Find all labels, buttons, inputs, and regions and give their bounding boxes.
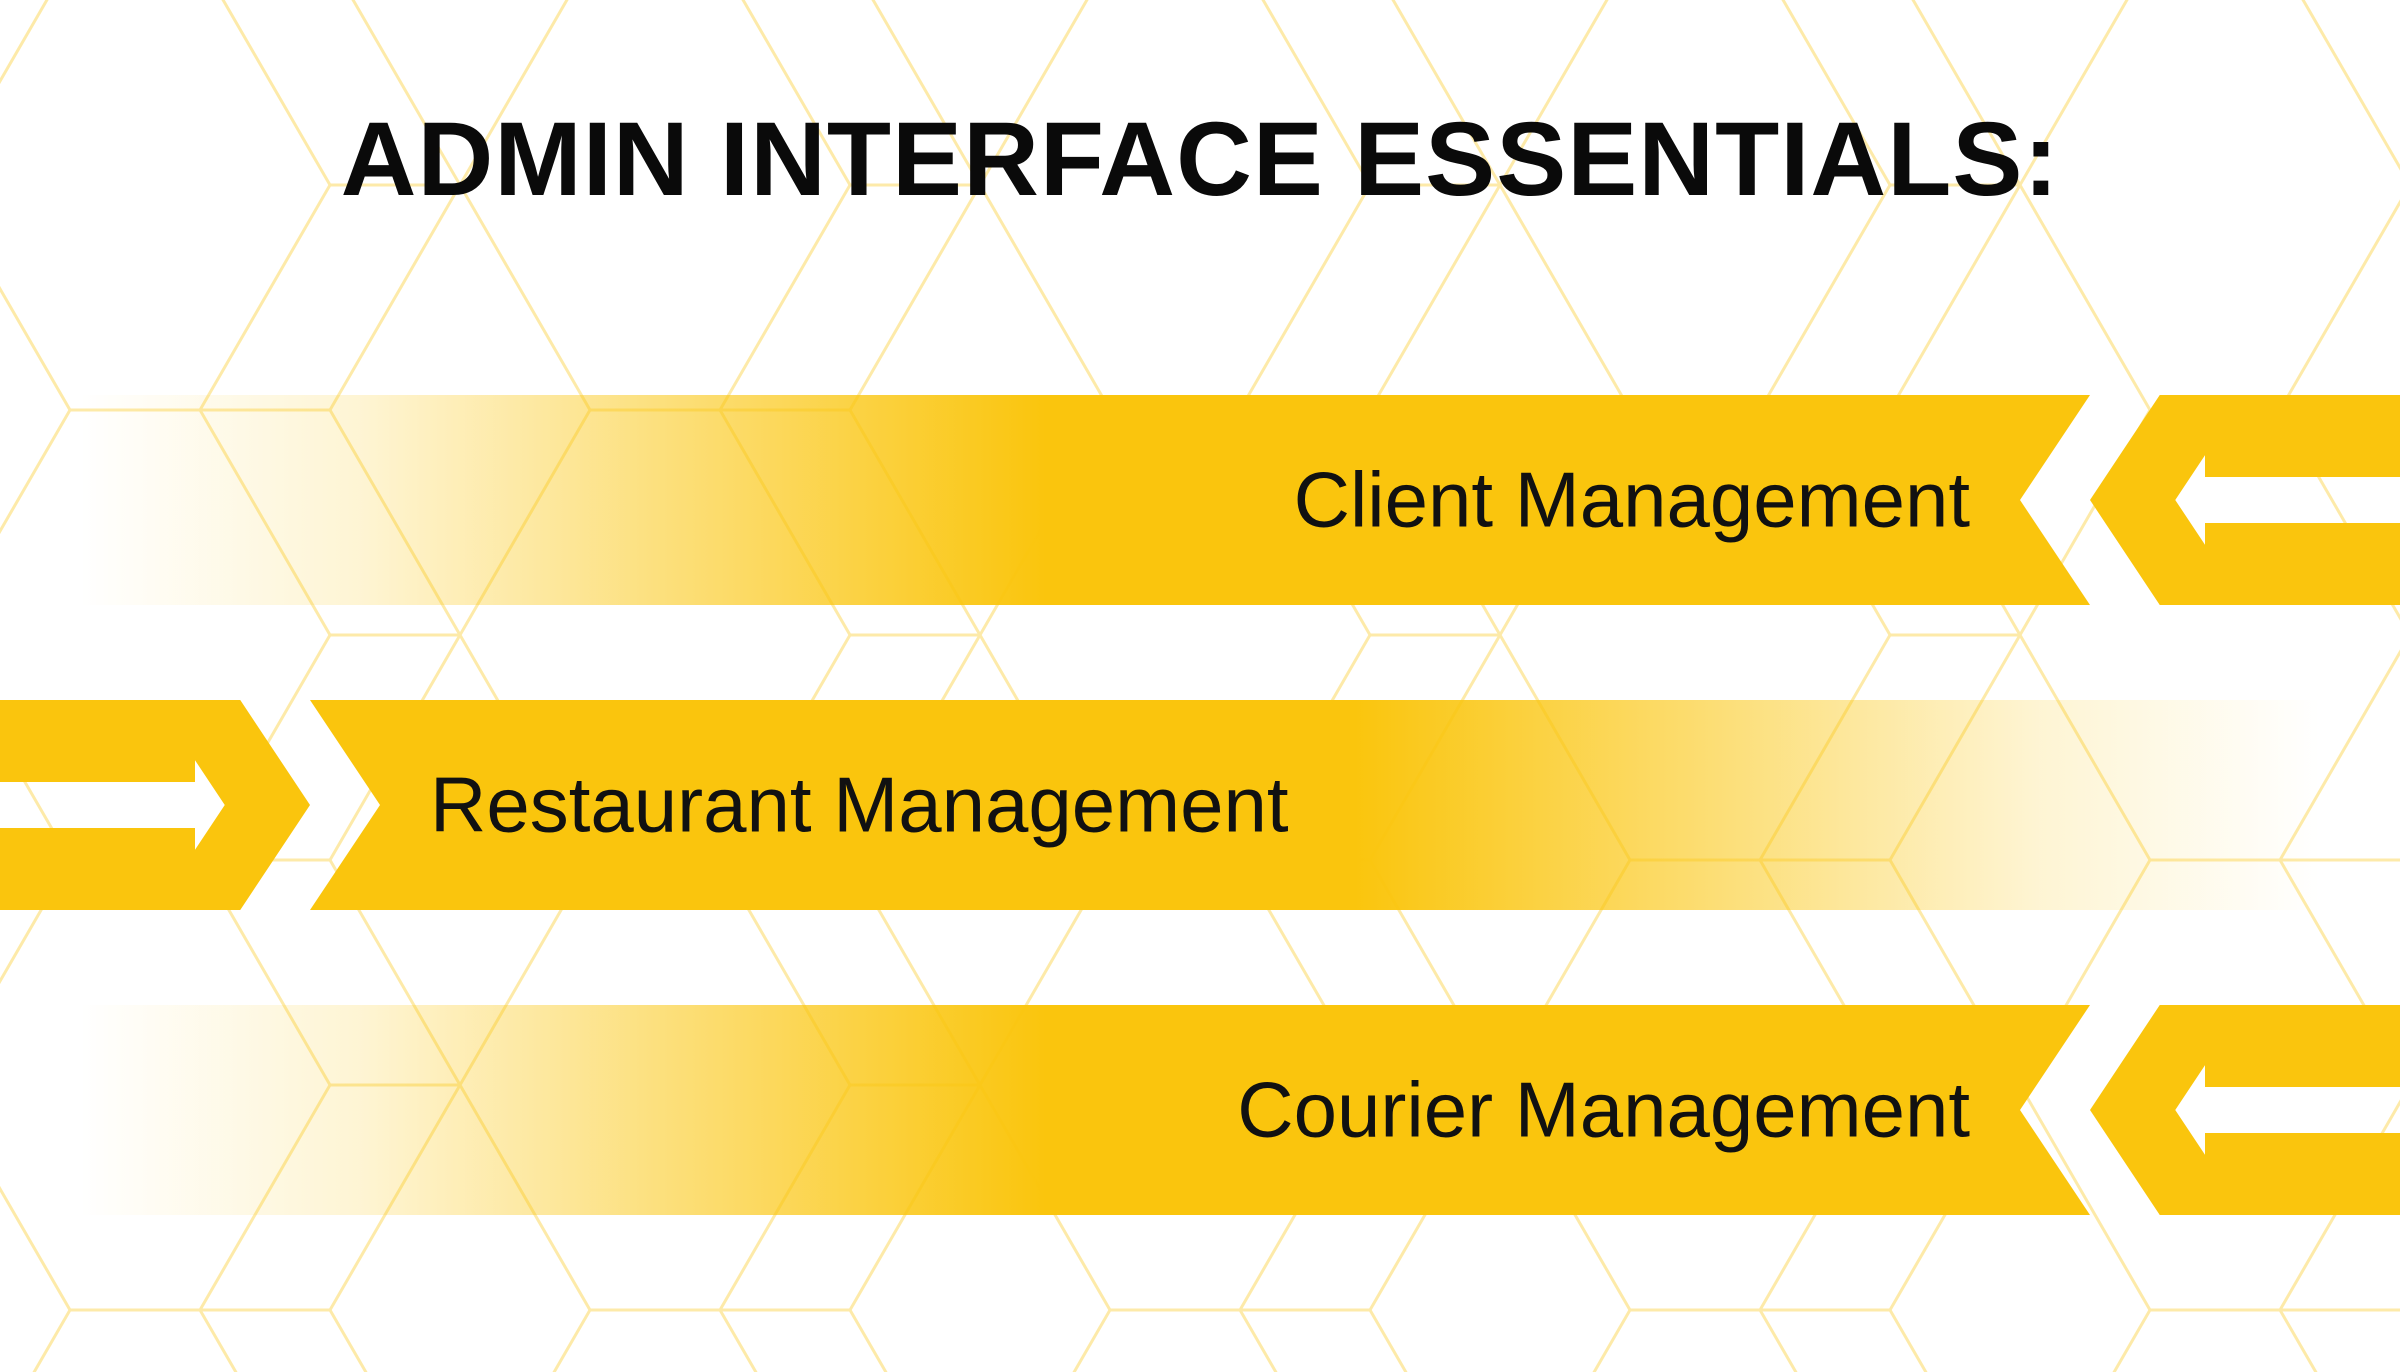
arrow-tail: [0, 828, 195, 910]
item-label: Restaurant Management: [430, 760, 1289, 851]
arrow-tail: [2205, 523, 2400, 605]
arrow-tail: [2205, 395, 2400, 477]
list-item-courier: Courier Management: [0, 1005, 2400, 1215]
essentials-list: Client Management Restaurant Management …: [0, 395, 2400, 1215]
arrow-tail: [2205, 1133, 2400, 1215]
list-item-restaurant: Restaurant Management: [0, 700, 2400, 910]
list-item-client: Client Management: [0, 395, 2400, 605]
page-title: ADMIN INTERFACE ESSENTIALS:: [0, 0, 2400, 220]
item-label: Courier Management: [1237, 1065, 1970, 1156]
item-label: Client Management: [1294, 455, 1970, 546]
arrow-tail: [0, 700, 195, 782]
arrow-tail: [2205, 1005, 2400, 1087]
